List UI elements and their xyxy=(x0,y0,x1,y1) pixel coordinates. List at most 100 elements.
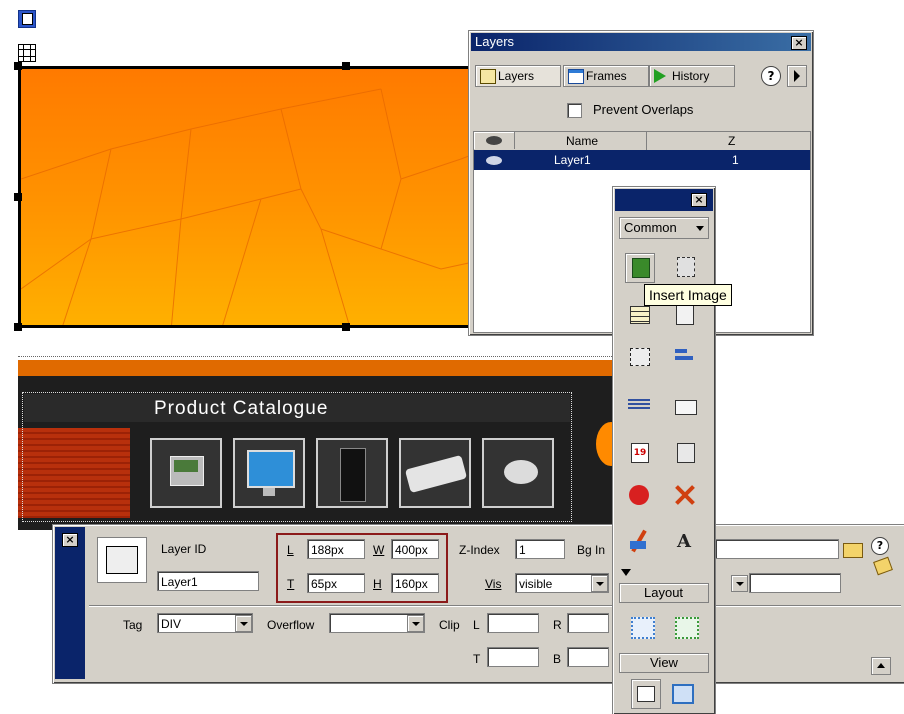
overflow-label: Overflow xyxy=(267,618,315,632)
layer-id-field[interactable]: Layer1 xyxy=(157,571,259,591)
name-column-header[interactable]: Name xyxy=(566,133,598,149)
horizontal-rule-icon[interactable] xyxy=(625,393,653,421)
clip-left-field[interactable] xyxy=(487,613,539,633)
table-row[interactable]: Layer1 1 xyxy=(474,150,810,170)
resize-handle-tl[interactable] xyxy=(14,62,22,70)
tag-label: Tag xyxy=(123,618,143,632)
flash-text-a-icon[interactable]: A xyxy=(671,527,699,555)
tabular-import-icon[interactable] xyxy=(671,439,699,467)
resize-handle-ml[interactable] xyxy=(14,193,22,201)
folder-icon[interactable] xyxy=(843,543,863,558)
width-label: W xyxy=(373,543,385,557)
bg-color-dropdown-arrow-icon[interactable] xyxy=(731,575,748,592)
view-label: View xyxy=(650,655,678,670)
panel-options-arrow-icon[interactable] xyxy=(787,65,807,87)
layer-draw-icon[interactable] xyxy=(625,343,653,371)
clip-bottom-label: B xyxy=(553,652,562,666)
navigation-bar-icon[interactable] xyxy=(671,343,699,371)
prevent-overlaps-checkbox[interactable] xyxy=(567,103,582,118)
flash-button-icon[interactable] xyxy=(671,481,699,509)
date-icon[interactable]: 19 xyxy=(625,439,653,467)
flash-icon[interactable] xyxy=(625,481,653,509)
bg-image-label: Bg In xyxy=(577,543,606,557)
inspector-close-icon[interactable]: × xyxy=(62,533,78,547)
standard-view-icon[interactable] xyxy=(631,679,661,709)
property-inspector: × Layer ID Layer1 L 188px W 400px T 65px… xyxy=(52,524,904,684)
z-index-label: Z-Index xyxy=(459,543,500,557)
left-field[interactable]: 188px xyxy=(307,539,365,559)
layer-name-cell: Layer1 xyxy=(554,153,591,167)
layout-cell-icon[interactable] xyxy=(627,613,655,641)
overflow-dropdown-arrow-icon[interactable] xyxy=(407,615,424,632)
thumbnail-pos-terminal[interactable] xyxy=(150,438,222,508)
visibility-dropdown-arrow-icon[interactable] xyxy=(591,575,608,592)
visibility-column-header[interactable] xyxy=(474,132,515,149)
layer-id-label: Layer ID xyxy=(161,542,207,556)
category-dropdown[interactable]: Common xyxy=(619,217,709,239)
insert-image-icon[interactable] xyxy=(625,253,655,283)
z-index-field[interactable]: 1 xyxy=(515,539,565,559)
layer-texture-lines xyxy=(21,88,481,325)
clip-left-label: L xyxy=(473,618,480,632)
thumbnail-pc-tower[interactable] xyxy=(316,438,388,508)
resize-handle-bl[interactable] xyxy=(14,323,22,331)
width-field[interactable]: 400px xyxy=(391,539,439,559)
layers-table-header: Name Z xyxy=(474,132,810,150)
height-field[interactable]: 160px xyxy=(391,573,439,593)
layers-tabs: Layers Frames History ? xyxy=(475,65,807,87)
category-dropdown-label: Common xyxy=(624,220,677,235)
edit-pencil-icon[interactable] xyxy=(873,556,893,576)
banner-top-stripe xyxy=(18,360,618,376)
product-catalogue-heading: Product Catalogue xyxy=(154,398,329,419)
close-icon[interactable]: × xyxy=(791,36,807,50)
history-tab-icon xyxy=(654,69,666,83)
resize-handle-tm[interactable] xyxy=(342,62,350,70)
clip-top-label: T xyxy=(473,652,481,666)
help-icon[interactable]: ? xyxy=(871,537,889,555)
prevent-overlaps-label: Prevent Overlaps xyxy=(593,102,694,117)
layers-panel-title: Layers xyxy=(475,34,515,49)
clip-label: Clip xyxy=(439,618,460,632)
rollover-image-icon[interactable] xyxy=(671,253,699,281)
clip-top-field[interactable] xyxy=(487,647,539,667)
clip-right-label: R xyxy=(553,618,562,632)
layer-icon xyxy=(97,537,147,583)
resize-handle-bm[interactable] xyxy=(342,323,350,331)
help-icon[interactable]: ? xyxy=(761,66,781,86)
top-field[interactable]: 65px xyxy=(307,573,365,593)
tab-frames[interactable]: Frames xyxy=(563,65,649,87)
code-view-icon[interactable] xyxy=(18,10,36,28)
selected-layer-layer1[interactable] xyxy=(18,66,484,328)
chevron-down-icon xyxy=(696,226,704,231)
tag-dropdown-arrow-icon[interactable] xyxy=(235,615,252,632)
clip-right-field[interactable] xyxy=(567,613,609,633)
tab-layers[interactable]: Layers xyxy=(475,65,561,87)
eye-icon[interactable] xyxy=(486,156,502,165)
insert-bar-close-icon[interactable]: × xyxy=(691,193,707,207)
eye-icon xyxy=(486,136,502,145)
layout-table-icon[interactable] xyxy=(671,613,699,641)
thumbnail-flat-monitor[interactable] xyxy=(233,438,305,508)
layout-view-icon[interactable] xyxy=(667,679,695,707)
layer-marker-icon[interactable] xyxy=(18,44,36,62)
clip-bottom-field[interactable] xyxy=(567,647,609,667)
more-tools-arrow-icon[interactable] xyxy=(621,569,631,576)
bg-image-field[interactable] xyxy=(715,539,839,559)
flash-text-icon[interactable] xyxy=(625,527,653,555)
inspector-sidebar: × xyxy=(55,527,85,679)
bg-color-field[interactable] xyxy=(749,573,841,593)
left-label: L xyxy=(287,543,294,557)
thumbnail-keyboard[interactable] xyxy=(399,438,471,508)
thumbnail-mouse[interactable] xyxy=(482,438,554,508)
tab-history[interactable]: History xyxy=(649,65,735,87)
insert-image-tooltip: Insert Image xyxy=(644,284,732,306)
top-label: T xyxy=(287,577,295,591)
layer-z-cell: 1 xyxy=(732,153,739,167)
inspector-separator xyxy=(89,605,901,606)
layout-label: Layout xyxy=(644,585,684,600)
insert-bar: × Common 19 A Layout View xyxy=(612,186,716,714)
collapse-inspector-icon[interactable] xyxy=(871,657,891,675)
z-column-header[interactable]: Z xyxy=(728,133,735,149)
email-link-icon[interactable] xyxy=(671,393,699,421)
layers-panel-titlebar[interactable]: Layers xyxy=(471,33,811,51)
